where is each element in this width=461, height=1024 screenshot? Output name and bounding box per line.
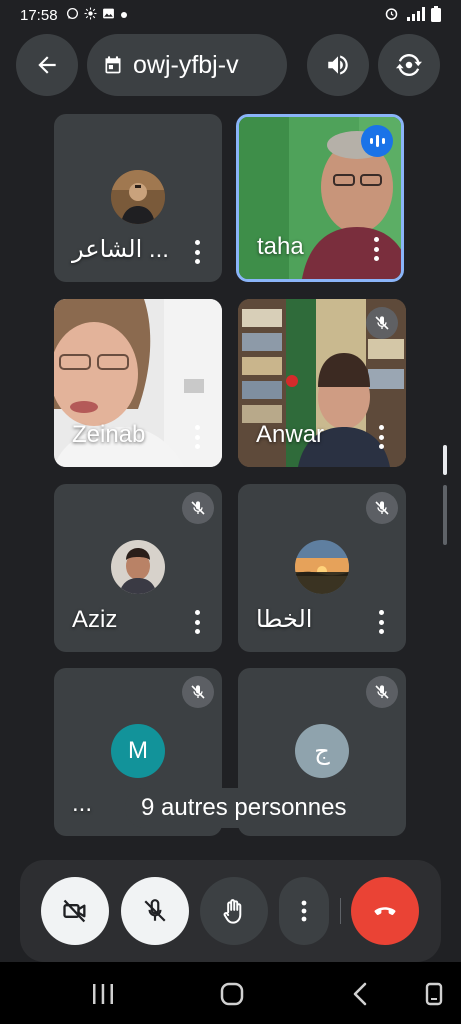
scrollbar-track xyxy=(443,485,447,545)
back-chevron-icon xyxy=(353,982,367,1006)
more-options-button[interactable] xyxy=(279,877,329,945)
system-nav-bar xyxy=(0,962,461,1024)
switch-camera-button[interactable] xyxy=(378,34,440,96)
scrollbar-thumb[interactable] xyxy=(443,445,447,475)
mic-toggle-button[interactable] xyxy=(121,877,189,945)
participant-name: الشاعر ... xyxy=(72,236,169,263)
mic-off-icon xyxy=(182,492,214,524)
hand-icon xyxy=(223,899,242,924)
speaking-indicator-icon xyxy=(361,125,393,157)
calendar-icon xyxy=(105,56,121,74)
participant-name: الخطا xyxy=(256,606,313,633)
more-options-icon[interactable] xyxy=(194,425,200,449)
audio-output-button[interactable] xyxy=(307,34,369,96)
back-button[interactable] xyxy=(16,34,78,96)
hang-up-icon xyxy=(374,907,396,915)
other-participants-chip[interactable]: 9 autres personnes xyxy=(125,788,363,828)
status-time: 17:58 xyxy=(20,6,58,24)
participant-name: taha xyxy=(257,233,304,260)
back-nav-button[interactable] xyxy=(347,980,375,1008)
participant-name: Aziz xyxy=(72,606,118,633)
participant-tile[interactable]: Anwar xyxy=(238,299,406,467)
more-options-icon[interactable] xyxy=(373,237,379,261)
more-options-icon[interactable] xyxy=(194,610,200,634)
participant-tile[interactable]: Zeinab xyxy=(54,299,222,467)
signal-icon xyxy=(405,6,425,24)
more-options-icon[interactable] xyxy=(194,240,200,264)
mic-off-icon xyxy=(366,492,398,524)
participant-tile[interactable]: Aziz xyxy=(54,484,222,652)
participant-letter-avatar: M xyxy=(111,724,165,778)
participant-letter-avatar: ج xyxy=(295,724,349,778)
volume-icon xyxy=(328,55,348,75)
end-call-button[interactable] xyxy=(351,877,419,945)
sun-icon xyxy=(84,7,97,23)
more-options-icon[interactable] xyxy=(378,425,384,449)
raise-hand-button[interactable] xyxy=(200,877,268,945)
participant-tile[interactable]: الشاعر ... xyxy=(54,114,222,282)
camera-toggle-button[interactable] xyxy=(41,877,109,945)
dot-icon xyxy=(120,8,128,22)
meeting-top-bar: owj-yfbj-v xyxy=(0,34,461,96)
participant-avatar xyxy=(295,540,349,594)
whatsapp-icon xyxy=(66,7,79,23)
more-vert-icon xyxy=(301,900,307,922)
participant-name: Anwar xyxy=(256,421,325,448)
participant-avatar xyxy=(111,540,165,594)
mic-off-icon xyxy=(182,676,214,708)
recent-apps-button[interactable] xyxy=(89,980,117,1008)
participant-tile[interactable]: الخطا xyxy=(238,484,406,652)
mic-off-icon xyxy=(366,676,398,708)
participant-avatar xyxy=(111,170,165,224)
keyboard-toggle-button[interactable] xyxy=(420,980,448,1008)
participant-name: Zeinab xyxy=(72,421,146,448)
image-icon xyxy=(102,7,115,23)
participant-name: ... xyxy=(72,790,93,817)
screen-icon xyxy=(425,982,443,1006)
arrow-back-icon xyxy=(38,56,56,74)
alarm-icon xyxy=(384,6,399,24)
recents-icon xyxy=(93,984,113,1004)
more-options-icon[interactable] xyxy=(378,610,384,634)
mic-off-icon xyxy=(144,899,166,922)
home-button[interactable] xyxy=(218,980,246,1008)
meeting-code: owj-yfbj-v xyxy=(133,50,239,79)
controls-divider xyxy=(340,898,341,924)
battery-icon xyxy=(431,5,441,25)
participant-tile-active[interactable]: taha xyxy=(236,114,404,282)
meeting-info-pill[interactable]: owj-yfbj-v xyxy=(87,34,287,96)
flip-camera-icon xyxy=(396,53,422,77)
mic-off-icon xyxy=(366,307,398,339)
home-icon xyxy=(220,982,244,1006)
call-controls xyxy=(20,860,441,962)
camera-off-icon xyxy=(63,899,86,923)
status-bar: 17:58 xyxy=(0,0,461,30)
